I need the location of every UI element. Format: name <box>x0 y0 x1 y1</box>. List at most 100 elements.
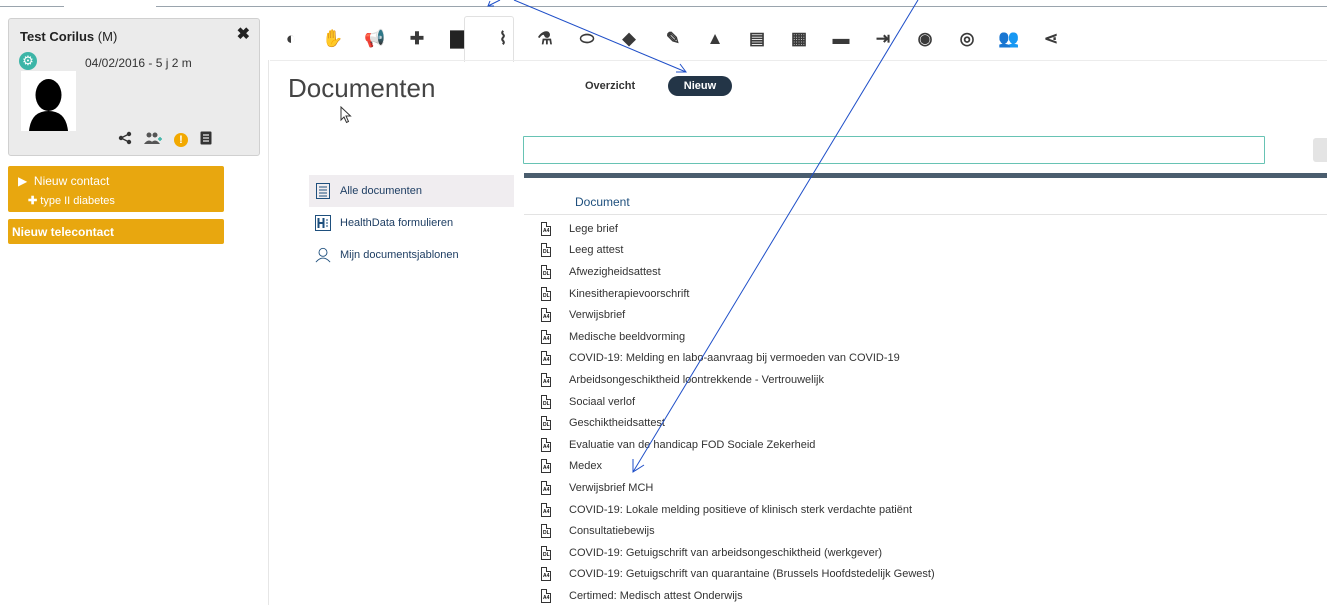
document-format-badge: A4 <box>543 227 550 234</box>
content-left-border <box>268 60 269 605</box>
table-row[interactable]: A4 Medex <box>524 456 1327 478</box>
document-label[interactable]: Evaluatie van de handicap FOD Sociale Ze… <box>569 439 815 451</box>
document-label[interactable]: Medische beeldvorming <box>569 331 685 343</box>
tab-document-icon[interactable]: ▇ <box>444 26 470 52</box>
tab-warning-triangle-icon[interactable]: ▲ <box>702 26 728 52</box>
patient-name[interactable]: Test Corilus (M) <box>20 29 117 44</box>
page-title: Documenten <box>288 73 436 103</box>
new-telecontact-button[interactable]: Nieuw telecontact <box>8 219 224 244</box>
document-label[interactable]: COVID-19: Getuigschrift van arbeidsonges… <box>569 547 882 559</box>
tab-heartbeat-icon[interactable]: ⌇ <box>490 26 516 52</box>
document-table: Document A4 Lege brief DL Leeg attest DL Afwe… <box>524 173 1327 607</box>
document-file-icon: A4 <box>541 221 551 236</box>
document-label[interactable]: Medex <box>569 460 602 472</box>
table-row[interactable]: A4 Verwijsbrief MCH <box>524 477 1327 499</box>
table-row[interactable]: A4 Verwijsbrief <box>524 304 1327 326</box>
document-label[interactable]: Sociaal verlof <box>569 396 635 408</box>
mouse-cursor-icon <box>340 105 352 127</box>
tab-share-alt-icon[interactable]: ⋖ <box>1038 26 1064 52</box>
document-file-icon: A4 <box>541 329 551 344</box>
table-row[interactable]: A4 Certimed: Medisch attest Onderwijs <box>524 585 1327 607</box>
tab-sign-in-icon[interactable]: ⇥ <box>870 26 896 52</box>
table-row[interactable]: DL Leeg attest <box>524 240 1327 262</box>
tab-hand-icon[interactable]: ✋ <box>320 26 346 52</box>
share-icon[interactable] <box>118 131 132 148</box>
document-format-badge: A4 <box>543 486 550 493</box>
user-icon <box>315 246 331 264</box>
document-file-icon: DL <box>541 243 551 258</box>
document-label[interactable]: COVID-19: Getuigschrift van quarantaine … <box>569 568 935 580</box>
document-label[interactable]: Afwezigheidsattest <box>569 266 661 278</box>
table-row[interactable]: A4 COVID-19: Getuigschrift van quarantain… <box>524 564 1327 586</box>
document-label[interactable]: Geschiktheidsattest <box>569 417 665 429</box>
document-label[interactable]: Kinesitherapievoorschrift <box>569 288 689 300</box>
table-row[interactable]: DL Geschiktheidsattest <box>524 412 1327 434</box>
tab-group-icon[interactable]: 👥 <box>996 26 1022 52</box>
document-format-badge: A4 <box>543 573 550 580</box>
tab-coins-icon[interactable]: ◉ <box>912 26 938 52</box>
document-format-badge: A4 <box>543 314 550 321</box>
tab-brain-icon[interactable]: ◐ <box>278 26 304 52</box>
category-item[interactable]: Mijn documentsjablonen <box>309 239 514 271</box>
document-label[interactable]: Consultatiebewijs <box>569 525 655 537</box>
document-file-icon: A4 <box>541 480 551 495</box>
document-label[interactable]: Arbeidsongeschiktheid loontrekkende - Ve… <box>569 374 824 386</box>
patient-card: Test Corilus (M) ✖ ⚙ 04/02/2016 - 5 j 2 … <box>8 18 260 156</box>
search-button[interactable] <box>1313 138 1327 162</box>
table-row[interactable]: A4 COVID-19: Lokale melding positieve of … <box>524 499 1327 521</box>
close-icon[interactable]: ✖ <box>237 24 250 44</box>
category-item[interactable]: HealthData formulieren <box>309 207 514 239</box>
new-contact-row[interactable]: ▶ Nieuw contact <box>18 174 109 188</box>
table-row[interactable]: A4 Arbeidsongeschiktheid loontrekkende - … <box>524 369 1327 391</box>
document-label[interactable]: Certimed: Medisch attest Onderwijs <box>569 590 743 602</box>
document-categories: Alle documenten HealthData formulieren Mij… <box>309 175 514 271</box>
new-contact-box[interactable]: ▶ Nieuw contact ✚ type II diabetes <box>8 166 224 212</box>
table-row[interactable]: DL Sociaal verlof <box>524 391 1327 413</box>
document-label[interactable]: COVID-19: Lokale melding positieve of kl… <box>569 504 912 516</box>
table-row[interactable]: DL COVID-19: Getuigschrift van arbeidsong… <box>524 542 1327 564</box>
document-label[interactable]: Leeg attest <box>569 244 623 256</box>
document-label[interactable]: Verwijsbrief <box>569 309 625 321</box>
search-input[interactable] <box>523 136 1265 164</box>
document-label[interactable]: Verwijsbrief MCH <box>569 482 653 494</box>
tab-overzicht[interactable]: Overzicht <box>585 80 635 92</box>
list-document-icon <box>315 183 331 199</box>
document-format-badge: DL <box>543 551 550 558</box>
column-header-document[interactable]: Document <box>575 195 630 209</box>
tab-flask-icon[interactable]: ⚗ <box>532 26 558 52</box>
table-row[interactable]: A4 Evaluatie van de handicap FOD Sociale … <box>524 434 1327 456</box>
top-divider-gap <box>64 5 156 8</box>
category-item[interactable]: Alle documenten <box>309 175 514 207</box>
tab-syringe-icon[interactable]: ✎ <box>660 26 686 52</box>
tab-clipboard-icon[interactable]: ▤ <box>744 26 770 52</box>
document-file-icon: A4 <box>541 459 551 474</box>
tab-medkit-icon[interactable]: ✚ <box>404 26 430 52</box>
tab-megaphone-icon[interactable]: 📢 <box>362 26 388 52</box>
tab-bandage-icon[interactable]: ◆ <box>616 26 642 52</box>
document-label[interactable]: Lege brief <box>569 223 618 235</box>
document-format-badge: DL <box>543 422 550 429</box>
type-row[interactable]: ✚ type II diabetes <box>28 194 115 207</box>
tab-book-icon[interactable]: ▬ <box>828 26 854 52</box>
document-file-icon: DL <box>541 545 551 560</box>
avatar <box>21 71 76 131</box>
document-label[interactable]: COVID-19: Melding en labo-aanvraag bij v… <box>569 352 900 364</box>
table-row[interactable]: DL Consultatiebewijs <box>524 520 1327 542</box>
table-row[interactable]: A4 COVID-19: Melding en labo-aanvraag bij… <box>524 348 1327 370</box>
users-plus-icon[interactable] <box>144 131 162 148</box>
tab-pill-icon[interactable]: ⬭ <box>574 26 600 52</box>
document-format-badge: DL <box>543 400 550 407</box>
document-format-badge: A4 <box>543 508 550 515</box>
gear-icon[interactable]: ⚙ <box>19 52 37 70</box>
tab-lifebuoy-icon[interactable]: ◎ <box>954 26 980 52</box>
tab-calendar-icon[interactable]: ▦ <box>786 26 812 52</box>
document-file-icon: A4 <box>541 502 551 517</box>
table-row[interactable]: DL Kinesitherapievoorschrift <box>524 283 1327 305</box>
table-row[interactable]: DL Afwezigheidsattest <box>524 261 1327 283</box>
document-format-badge: A4 <box>543 378 550 385</box>
table-row[interactable]: A4 Lege brief <box>524 218 1327 240</box>
list-icon[interactable] <box>200 131 212 148</box>
table-row[interactable]: A4 Medische beeldvorming <box>524 326 1327 348</box>
tab-nieuw[interactable]: Nieuw <box>668 76 732 96</box>
warning-icon[interactable]: ! <box>174 132 188 147</box>
